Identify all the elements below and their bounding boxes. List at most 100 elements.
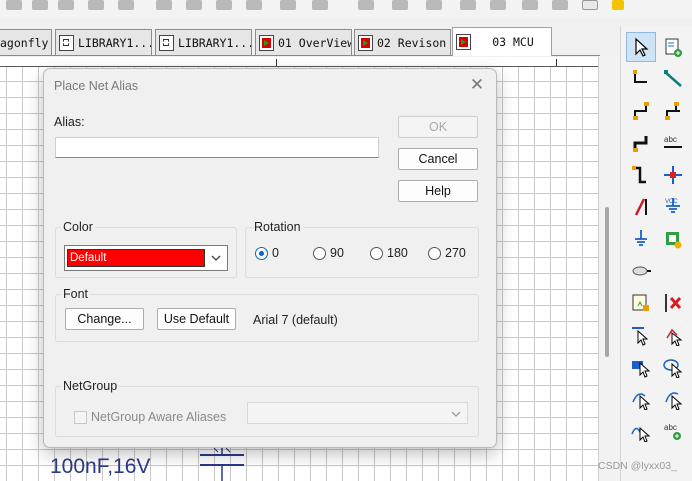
canvas-vertical-scrollbar[interactable] <box>598 57 620 481</box>
toolbar-icon[interactable] <box>358 0 374 10</box>
alias-input[interactable] <box>55 137 379 158</box>
place-arc-button[interactable] <box>658 384 688 414</box>
toolbar-icon[interactable] <box>6 0 22 10</box>
rotation-option-180[interactable]: 180 <box>370 245 408 261</box>
place-off-page-connector-button[interactable] <box>626 256 656 286</box>
schematic-sheet-icon <box>358 34 373 51</box>
place-ground-button[interactable]: VCC <box>658 192 688 222</box>
tab-label: LIBRARY1... <box>78 35 152 50</box>
off-page-connector-icon <box>632 266 651 276</box>
toolbar-icon[interactable] <box>280 0 296 10</box>
place-hierarchical-pin-button[interactable] <box>626 320 656 350</box>
toolbar-icon[interactable] <box>612 0 624 10</box>
place-palette: abc VCC abc <box>620 26 692 481</box>
tab-library1-b[interactable]: LIBRARY1... <box>155 29 252 55</box>
auto-connect-multi-button[interactable] <box>658 96 688 126</box>
scrollbar-thumb[interactable] <box>605 207 609 357</box>
toolbar-icon[interactable] <box>58 0 74 10</box>
radio-button[interactable] <box>370 246 383 260</box>
place-junction-button[interactable] <box>658 224 688 254</box>
place-text-button[interactable]: abc <box>658 416 688 446</box>
place-rectangle-button[interactable] <box>658 352 688 382</box>
place-netgroup-wire-button[interactable] <box>658 64 688 94</box>
tab-library1-a[interactable]: LIBRARY1... <box>55 29 152 55</box>
tab-02-revison[interactable]: 02 Revison <box>354 29 451 55</box>
ellipse-icon <box>632 393 651 410</box>
schematic-sheet-icon <box>456 34 471 50</box>
tab-01-overview[interactable]: 01 OverView <box>255 29 352 55</box>
place-bus-button[interactable] <box>626 128 656 158</box>
component-value-label[interactable]: 100nF,16V <box>50 455 150 479</box>
tab-library-dragonfly[interactable]: agonfly <box>0 29 52 55</box>
place-bezier-button[interactable] <box>626 416 656 446</box>
rotation-option-0[interactable]: 0 <box>255 245 279 261</box>
place-wire-button[interactable] <box>626 64 656 94</box>
junction-icon <box>666 232 682 249</box>
place-ellipse-button[interactable] <box>626 384 656 414</box>
toolbar-icon[interactable] <box>460 0 476 10</box>
toolbar-icon[interactable] <box>32 0 48 10</box>
toolbar-icon[interactable] <box>312 0 328 10</box>
place-bus-entry-button[interactable] <box>626 160 656 190</box>
ok-button[interactable]: OK <box>398 116 478 138</box>
rotation-option-label: 270 <box>445 246 466 260</box>
toolbar-icon[interactable] <box>216 0 232 10</box>
place-net-alias-dialog: Place Net Alias ✕ Alias: OK Cancel Help … <box>43 68 497 448</box>
netgroup-aware-checkbox[interactable] <box>74 411 87 424</box>
toolbar-icon[interactable] <box>186 0 202 10</box>
toolbar-icon[interactable] <box>522 0 538 10</box>
change-font-button[interactable]: Change... <box>65 308 144 330</box>
place-hierarchical-port-button[interactable] <box>658 288 688 318</box>
place-hierarchical-block-button[interactable] <box>626 288 656 318</box>
place-polyline-button[interactable] <box>626 352 656 382</box>
main-toolbar <box>0 0 692 18</box>
netgroup-dropdown[interactable] <box>247 402 468 424</box>
cancel-button[interactable]: Cancel <box>398 148 478 170</box>
place-line-button[interactable] <box>658 320 688 350</box>
select-tool-button[interactable] <box>626 32 656 62</box>
svg-text:abc: abc <box>664 423 677 432</box>
document-tab-bar: agonfly LIBRARY1... LIBRARY1... 01 OverV… <box>0 26 600 56</box>
auto-connect-two-points-button[interactable] <box>626 96 656 126</box>
tab-label: 02 Revison <box>377 35 447 50</box>
place-no-connect-button[interactable] <box>626 224 656 254</box>
bus-icon <box>633 136 648 152</box>
radio-button-checked[interactable] <box>255 246 268 260</box>
toolbar-icon[interactable] <box>118 0 134 10</box>
toolbar-icon[interactable] <box>392 0 408 10</box>
place-part-button[interactable] <box>658 32 688 62</box>
netgroup-aware-label: NetGroup Aware Aliases <box>91 410 227 424</box>
toolbar-icon[interactable] <box>156 0 172 10</box>
chevron-down-icon <box>211 255 221 261</box>
capacitor-symbol[interactable] <box>198 445 248 481</box>
toolbar-icon[interactable] <box>552 0 568 10</box>
toolbar-icon[interactable] <box>88 0 104 10</box>
radio-button[interactable] <box>313 246 326 260</box>
use-default-font-button[interactable]: Use Default <box>157 308 236 330</box>
place-bus-junction-button[interactable] <box>658 160 688 190</box>
help-button[interactable]: Help <box>398 180 478 202</box>
toolbar-icon[interactable] <box>246 0 262 10</box>
auto-connect-two-points-icon <box>633 102 649 120</box>
place-power-button[interactable] <box>626 192 656 222</box>
toolbar-icon[interactable] <box>582 0 598 10</box>
rotation-option-label: 0 <box>272 246 279 260</box>
tab-03-mcu[interactable]: 03 MCU <box>452 27 552 56</box>
svg-text:VCC: VCC <box>665 199 678 205</box>
place-net-alias-button[interactable]: abc <box>658 128 688 158</box>
part-icon <box>665 38 682 57</box>
select-arrow-icon <box>635 37 649 57</box>
rotation-option-90[interactable]: 90 <box>313 245 344 261</box>
toolbar-icon[interactable] <box>490 0 506 10</box>
bus-entry-icon <box>632 166 646 184</box>
font-group-title: Font <box>61 287 91 301</box>
close-icon[interactable]: ✕ <box>468 76 486 94</box>
color-swatch: Default <box>67 249 205 267</box>
library-file-icon <box>159 34 174 51</box>
text-icon: abc <box>664 423 681 440</box>
radio-button[interactable] <box>428 246 441 260</box>
hierarchical-port-icon <box>665 294 682 312</box>
rotation-option-270[interactable]: 270 <box>428 245 466 261</box>
color-dropdown[interactable]: Default <box>64 245 228 271</box>
toolbar-icon[interactable] <box>426 0 442 10</box>
